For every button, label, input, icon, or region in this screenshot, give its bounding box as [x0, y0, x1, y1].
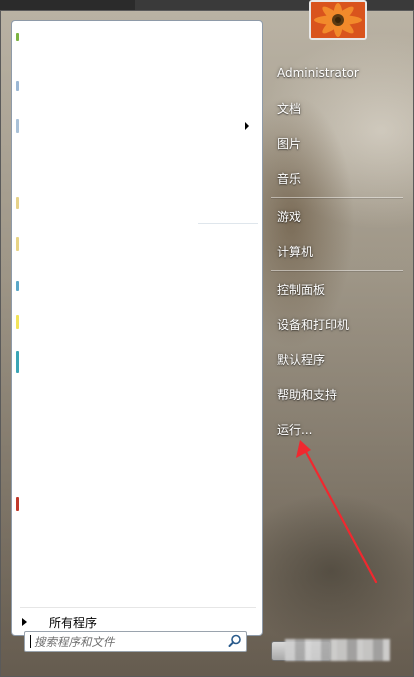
separator [198, 223, 258, 224]
separator [271, 270, 403, 271]
redacted-region [285, 639, 390, 661]
program-item[interactable] [16, 119, 19, 133]
separator [271, 197, 403, 198]
search-box[interactable] [24, 631, 247, 652]
program-item[interactable] [16, 315, 19, 329]
games-link[interactable]: 游戏 [277, 208, 301, 225]
flower-picture-icon [311, 2, 365, 38]
computer-link[interactable]: 计算机 [277, 243, 313, 260]
arrow-right-icon [22, 618, 27, 626]
documents-link[interactable]: 文档 [277, 100, 301, 117]
devices-printers-link[interactable]: 设备和打印机 [277, 316, 349, 333]
program-item[interactable] [16, 33, 19, 41]
program-item[interactable] [16, 237, 19, 251]
all-programs-button[interactable]: 所有程序 [18, 611, 256, 633]
control-panel-link[interactable]: 控制面板 [277, 281, 325, 298]
avatar[interactable] [309, 0, 367, 40]
help-support-link[interactable]: 帮助和支持 [277, 386, 337, 403]
program-item[interactable] [16, 197, 19, 209]
submenu-arrow-icon[interactable] [245, 122, 249, 130]
program-item[interactable] [16, 497, 19, 511]
search-input[interactable] [31, 634, 214, 649]
default-programs-link[interactable]: 默认程序 [277, 351, 325, 368]
user-name-link[interactable]: Administrator [277, 66, 359, 80]
program-item[interactable] [16, 81, 19, 91]
separator [20, 607, 256, 608]
search-icon[interactable] [228, 634, 242, 648]
run-link[interactable]: 运行... [277, 421, 312, 438]
music-link[interactable]: 音乐 [277, 170, 301, 187]
programs-pane: 所有程序 [11, 20, 263, 636]
start-menu: 所有程序 Administrator 文档 图片 音乐 游戏 计算机 控制面板 … [0, 10, 414, 677]
shutdown-area [271, 637, 403, 661]
pictures-link[interactable]: 图片 [277, 135, 301, 152]
all-programs-label: 所有程序 [49, 615, 98, 630]
program-item[interactable] [16, 281, 19, 291]
program-item[interactable] [16, 351, 19, 373]
